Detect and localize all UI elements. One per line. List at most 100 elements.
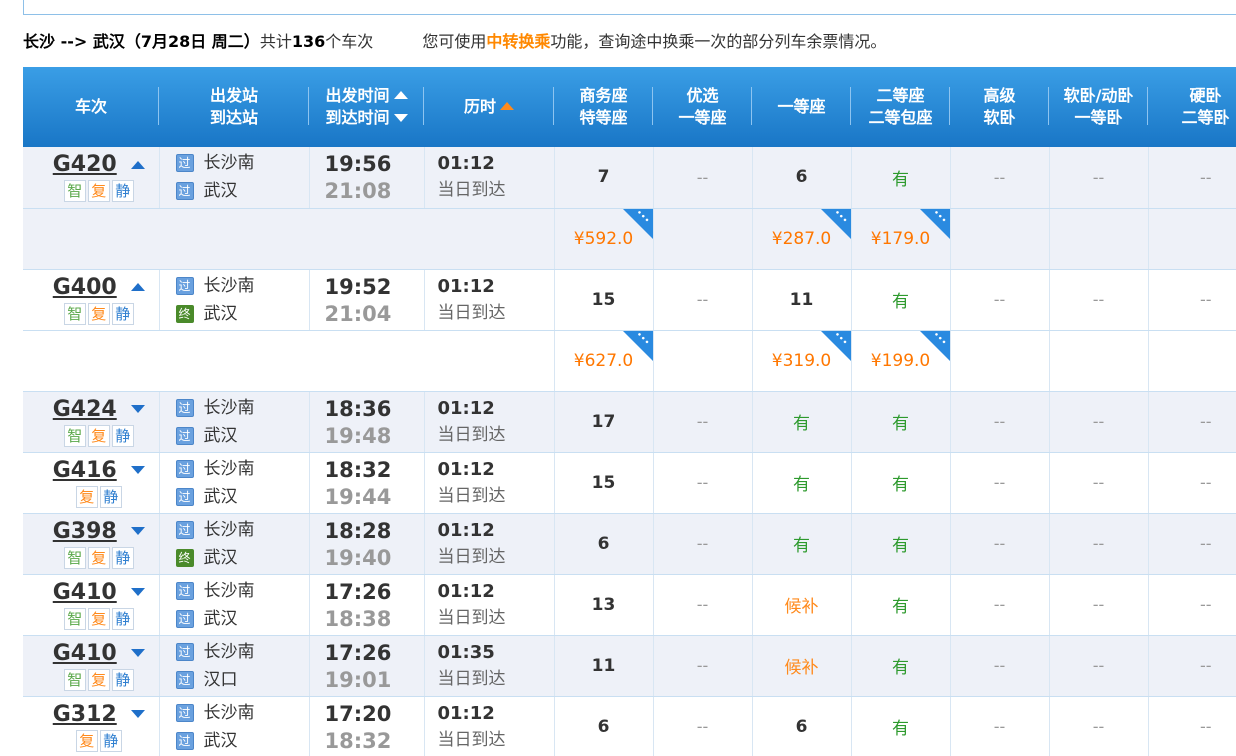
collapse-arrow-icon[interactable] xyxy=(130,283,145,291)
arrive-time: 19:40 xyxy=(324,545,392,570)
sort-up-icon[interactable] xyxy=(500,102,514,110)
sort-down-icon[interactable] xyxy=(393,114,408,122)
table-row[interactable]: G410 智复静过长沙南过汉口 17:26 19:01 01:35 当日到达 11 -- 候补有… xyxy=(23,635,1236,697)
arrival-day: 当日到达 xyxy=(437,668,506,689)
seat-first[interactable]: 候补 xyxy=(752,635,852,697)
seat-business[interactable]: 13 xyxy=(554,574,654,636)
duration: 01:35 xyxy=(437,641,495,663)
seat-business[interactable]: 7 xyxy=(554,147,654,209)
train-code-link[interactable]: G410 xyxy=(53,580,117,605)
table-row[interactable]: G400 智复静过长沙南终武汉 19:52 21:04 01:12 当日到达 15 -- 11 有… xyxy=(23,269,1236,331)
seat-soft_premium: -- xyxy=(950,147,1050,209)
price-soft xyxy=(1049,208,1149,270)
seat-second[interactable]: 有 xyxy=(851,147,951,209)
tag-jing-icon: 静 xyxy=(111,546,134,569)
seat-second[interactable]: 有 xyxy=(851,635,951,697)
seat-soft: -- xyxy=(1049,452,1149,514)
train-code-link[interactable]: G400 xyxy=(53,275,117,300)
train-code-link[interactable]: G416 xyxy=(53,458,117,483)
seat-first[interactable]: 候补 xyxy=(752,574,852,636)
table-row[interactable]: G416 复静过长沙南过武汉 18:32 19:44 01:12 当日到达 15 -- 有有 --… xyxy=(23,452,1236,514)
times-cell: 17:26 18:38 xyxy=(309,574,425,636)
train-code-link[interactable]: G410 xyxy=(53,641,117,666)
train-code-link[interactable]: G424 xyxy=(53,397,117,422)
pass-badge-icon: 过 xyxy=(175,670,194,689)
seat-soft_premium: -- xyxy=(950,635,1050,697)
duration: 01:12 xyxy=(437,275,495,297)
expand-arrow-icon[interactable] xyxy=(130,588,145,596)
train-results-table: 车次 出发站 到达站 出发时间 到达时间 历时 商务座 特等座 优选 一等座 一等座 二… xyxy=(23,67,1236,756)
seat-first[interactable]: 有 xyxy=(752,513,852,575)
arrive-time: 21:08 xyxy=(324,179,392,204)
train-code-link[interactable]: G420 xyxy=(53,152,117,177)
stations-cell: 过长沙南终武汉 xyxy=(159,269,310,331)
seat-business[interactable]: 15 xyxy=(554,269,654,331)
col-duration[interactable]: 历时 xyxy=(424,67,554,147)
stations-cell: 过长沙南过武汉 xyxy=(159,574,310,636)
query-summary: 长沙 --> 武汉（7月28日 周二）共计136个车次 您可使用中转换乘功能，查… xyxy=(23,30,886,54)
expand-arrow-icon[interactable] xyxy=(130,466,145,474)
price-business: ••• ¥592.0 xyxy=(554,207,654,270)
expand-arrow-icon[interactable] xyxy=(130,405,145,413)
table-row[interactable]: G410 智复静过长沙南过武汉 17:26 18:38 01:12 当日到达 13 -- 候补有… xyxy=(23,574,1236,636)
seat-second[interactable]: 有 xyxy=(851,513,951,575)
table-header: 车次 出发站 到达站 出发时间 到达时间 历时 商务座 特等座 优选 一等座 一等座 二… xyxy=(23,67,1236,147)
tag-fu-icon: 复 xyxy=(87,607,110,630)
seat-business[interactable]: 6 xyxy=(554,513,654,575)
to-station: 武汉 xyxy=(203,608,238,629)
table-row[interactable]: G420 智复静过长沙南过武汉 19:56 21:08 01:12 当日到达 7 -- 6 有 --… xyxy=(23,147,1236,209)
table-row[interactable]: G398 智复静过长沙南终武汉 18:28 19:40 01:12 当日到达 6 -- 有有 --… xyxy=(23,513,1236,575)
tag-fu-icon: 复 xyxy=(87,302,110,325)
seat-hard: -- xyxy=(1148,574,1236,636)
price-row: ••• ¥627.0 ••• ¥319.0 ••• ¥199.0 xyxy=(23,329,1236,392)
train-cell: G420 智复静 xyxy=(23,147,160,209)
duration-cell: 01:12 当日到达 xyxy=(424,147,555,209)
pass-badge-icon: 过 xyxy=(175,642,194,661)
seat-first[interactable]: 6 xyxy=(752,147,852,209)
seat-first[interactable]: 11 xyxy=(752,269,852,331)
seat-soft_premium: -- xyxy=(950,513,1050,575)
expand-arrow-icon[interactable] xyxy=(130,710,145,718)
arrival-day: 当日到达 xyxy=(437,302,506,323)
depart-time: 17:20 xyxy=(324,701,392,726)
seat-second[interactable]: 有 xyxy=(851,269,951,331)
from-station: 长沙南 xyxy=(203,519,255,540)
seat-second[interactable]: 有 xyxy=(851,391,951,453)
from-station: 长沙南 xyxy=(203,458,255,479)
sort-up-icon[interactable] xyxy=(393,91,408,99)
transfer-link[interactable]: 中转换乘 xyxy=(486,32,550,51)
table-row[interactable]: G312 复静过长沙南过武汉 17:20 18:32 01:12 当日到达 6 -- 6 有 -- -… xyxy=(23,696,1236,756)
seat-premium: -- xyxy=(653,452,753,514)
seat-second[interactable]: 有 xyxy=(851,452,951,514)
col-train[interactable]: 车次 xyxy=(23,67,159,147)
price-soft_premium xyxy=(950,330,1050,392)
seat-second[interactable]: 有 xyxy=(851,574,951,636)
stations-cell: 过长沙南过武汉 xyxy=(159,391,310,453)
train-code-link[interactable]: G398 xyxy=(53,519,117,544)
pass-badge-icon: 过 xyxy=(175,581,194,600)
times-cell: 18:32 19:44 xyxy=(309,452,425,514)
seat-business[interactable]: 11 xyxy=(554,635,654,697)
seat-business[interactable]: 17 xyxy=(554,391,654,453)
seat-business[interactable]: 6 xyxy=(554,696,654,756)
table-row[interactable]: G424 智复静过长沙南过武汉 18:36 19:48 01:12 当日到达 17 -- 有有 -… xyxy=(23,391,1236,453)
from-station: 长沙南 xyxy=(203,641,255,662)
seat-first[interactable]: 有 xyxy=(752,391,852,453)
expand-arrow-icon[interactable] xyxy=(130,527,145,535)
seat-business[interactable]: 15 xyxy=(554,452,654,514)
train-code-link[interactable]: G312 xyxy=(53,702,117,727)
seat-second[interactable]: 有 xyxy=(851,696,951,756)
duration-cell: 01:12 当日到达 xyxy=(424,574,555,636)
collapse-arrow-icon[interactable] xyxy=(130,160,145,169)
col-times[interactable]: 出发时间 到达时间 xyxy=(309,67,424,147)
from-station: 长沙南 xyxy=(203,580,255,601)
arrive-time: 19:48 xyxy=(324,423,392,448)
hint-post: 功能，查询途中换乘一次的部分列车余票情况。 xyxy=(550,32,887,51)
expand-arrow-icon[interactable] xyxy=(130,649,145,657)
depart-time: 18:32 xyxy=(324,457,392,482)
seat-hard: -- xyxy=(1148,269,1236,331)
seat-first[interactable]: 有 xyxy=(752,452,852,514)
pass-badge-icon: 过 xyxy=(175,731,194,750)
seat-hard: -- xyxy=(1148,452,1236,514)
seat-first[interactable]: 6 xyxy=(752,696,852,756)
